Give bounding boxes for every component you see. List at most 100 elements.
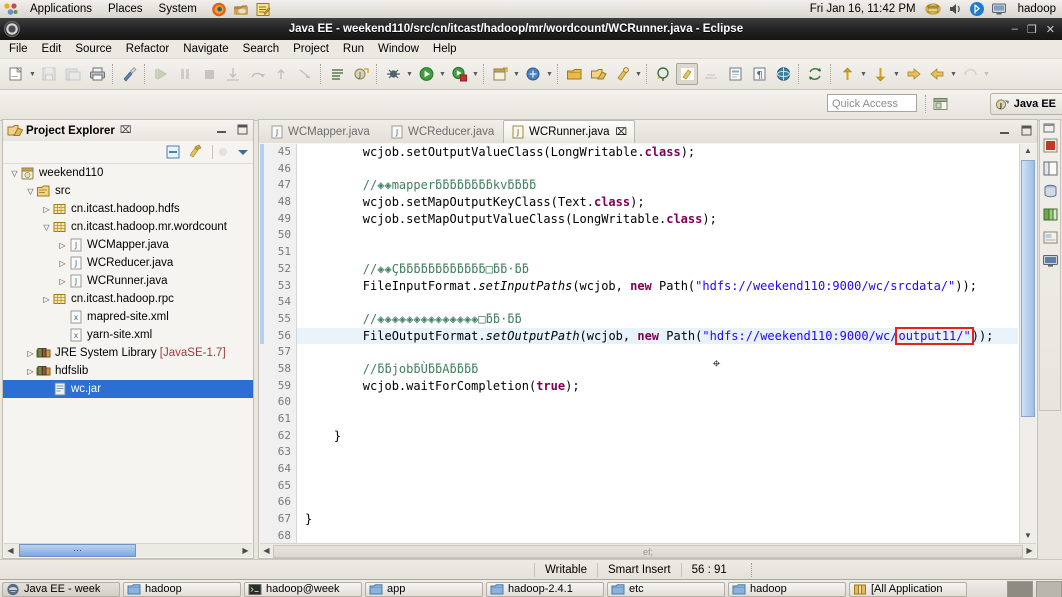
scroll-right-arrow[interactable]: ▶ xyxy=(1023,546,1036,555)
code-line[interactable] xyxy=(297,294,1018,311)
chevron-right-icon[interactable]: ▷ xyxy=(25,349,36,358)
menu-refactor[interactable]: Refactor xyxy=(119,40,176,58)
tree-item[interactable]: ▷ cn.itcast.hadoop.hdfs xyxy=(3,200,253,218)
chevron-right-icon[interactable]: ▷ xyxy=(57,259,68,268)
snippets-icon[interactable] xyxy=(1042,206,1059,223)
tab-wcrunner[interactable]: J WCRunner.java ⌧ xyxy=(503,120,635,143)
status-drag-handle[interactable] xyxy=(751,563,752,577)
tree-item[interactable]: ▽ weekend110 xyxy=(3,164,253,182)
annotation-prev-icon[interactable] xyxy=(836,63,858,85)
tree-item[interactable]: ▷ J WCMapper.java xyxy=(3,236,253,254)
menu-run[interactable]: Run xyxy=(336,40,371,58)
firefox-icon[interactable] xyxy=(211,2,227,17)
run-dropdown-arrow[interactable]: ▼ xyxy=(438,63,447,85)
servers-icon[interactable] xyxy=(1042,137,1059,154)
taskbar-button[interactable]: hadoop xyxy=(123,582,241,597)
scroll-left-arrow[interactable]: ◀ xyxy=(260,546,273,555)
scroll-right-arrow[interactable]: ▶ xyxy=(239,546,252,555)
annotation-prev-dropdown-arrow[interactable]: ▼ xyxy=(859,63,868,85)
display-icon[interactable] xyxy=(991,1,1007,17)
maximize-button[interactable]: ❐ xyxy=(1027,23,1037,36)
code-line[interactable]: //ƃƃjobƃÙƃƃAƃƃƃƃ xyxy=(297,361,1018,378)
menu-navigate[interactable]: Navigate xyxy=(176,40,235,58)
workspace-1[interactable] xyxy=(1007,581,1033,597)
scroll-down-arrow[interactable]: ▼ xyxy=(1020,529,1036,543)
menu-edit[interactable]: Edit xyxy=(35,40,69,58)
data-source-icon[interactable] xyxy=(1042,183,1059,200)
tree-item[interactable]: ▽ cn.itcast.hadoop.mr.wordcount xyxy=(3,218,253,236)
tab-wcreducer[interactable]: J WCReducer.java xyxy=(383,121,501,142)
taskbar-button[interactable]: hadoop-2.4.1 xyxy=(486,582,604,597)
workspace-switcher[interactable] xyxy=(1007,581,1062,597)
external-tools-dropdown-arrow[interactable]: ▼ xyxy=(471,63,480,85)
open-task-icon[interactable] xyxy=(326,63,348,85)
scrollbar-thumb[interactable]: ef; xyxy=(273,545,1023,558)
code-line[interactable]: wcjob.setMapOutputValueClass(LongWritabl… xyxy=(297,211,1018,228)
quick-access-input[interactable]: Quick Access xyxy=(827,94,917,112)
forward-history-icon[interactable] xyxy=(902,63,924,85)
block-selection-icon[interactable] xyxy=(724,63,746,85)
link-with-editor-icon[interactable] xyxy=(187,144,203,160)
search-icon[interactable] xyxy=(611,63,633,85)
chevron-down-icon[interactable]: ▽ xyxy=(25,187,36,196)
chevron-right-icon[interactable]: ▷ xyxy=(25,367,36,376)
taskbar-button[interactable]: etc xyxy=(607,582,725,597)
new-java-project-icon[interactable] xyxy=(489,63,511,85)
debug-icon[interactable] xyxy=(382,63,404,85)
taskbar-button[interactable]: app xyxy=(365,582,483,597)
back-history-dropdown-arrow[interactable]: ▼ xyxy=(949,63,958,85)
project-tree[interactable]: ▽ weekend110 ▽ src ▷ cn.itcast.hadoop.hdfs ▽ cn… xyxy=(3,164,253,544)
eclipse-window-icon[interactable] xyxy=(4,21,20,37)
menu-search[interactable]: Search xyxy=(236,40,286,58)
menu-help[interactable]: Help xyxy=(426,40,464,58)
code-line[interactable]: wcjob.waitForCompletion(true); xyxy=(297,378,1018,395)
build-clean-icon[interactable] xyxy=(118,63,140,85)
source-code[interactable]: wcjob.setOutputValueClass(LongWritable.c… xyxy=(297,144,1018,543)
code-line[interactable]: //◈◈◈◈◈◈◈◈◈◈◈◈◈◈□ƃƃ·ƃƃ xyxy=(297,311,1018,328)
sync-icon[interactable] xyxy=(804,63,826,85)
clock[interactable]: Fri Jan 16, 11:42 PM xyxy=(804,3,922,15)
new-wizard-dropdown-arrow[interactable]: ▼ xyxy=(28,63,37,85)
open-type-icon[interactable] xyxy=(563,63,585,85)
maximize-icon[interactable] xyxy=(1020,124,1033,137)
code-line[interactable]: FileInputFormat.setInputPaths(wcjob, new… xyxy=(297,278,1018,295)
run-icon[interactable] xyxy=(415,63,437,85)
minimize-button[interactable]: – xyxy=(1012,23,1018,36)
outline-icon[interactable] xyxy=(1042,160,1059,177)
chevron-down-icon[interactable]: ▽ xyxy=(9,169,20,178)
scrollbar-thumb[interactable]: ⋯ xyxy=(19,544,136,557)
chevron-right-icon[interactable]: ▷ xyxy=(41,205,52,214)
menu-window[interactable]: Window xyxy=(371,40,426,58)
debug-dropdown-arrow[interactable]: ▼ xyxy=(405,63,414,85)
new-ejb-dropdown-arrow[interactable]: ▼ xyxy=(545,63,554,85)
print-icon[interactable] xyxy=(86,63,108,85)
maximize-icon[interactable] xyxy=(236,123,249,136)
code-line[interactable] xyxy=(297,461,1018,478)
scroll-left-arrow[interactable]: ◀ xyxy=(4,546,17,555)
toggle-mark-occurrences-icon[interactable] xyxy=(676,63,698,85)
tree-item[interactable]: x yarn-site.xml xyxy=(3,326,253,344)
scrollbar-track[interactable]: ef; xyxy=(273,545,1023,556)
perspective-java-ee[interactable]: J Java EE xyxy=(990,93,1062,115)
restore-icon[interactable] xyxy=(998,124,1011,137)
tree-item[interactable]: ▷ hdfslib xyxy=(3,362,253,380)
view-menu-icon[interactable] xyxy=(235,144,251,160)
scroll-up-arrow[interactable]: ▲ xyxy=(1020,144,1036,158)
open-folder-icon[interactable] xyxy=(587,63,609,85)
annotation-next-icon[interactable] xyxy=(869,63,891,85)
tree-item[interactable]: wc.jar xyxy=(3,380,253,398)
chevron-right-icon[interactable]: ▷ xyxy=(57,277,68,286)
link-with-editor-icon[interactable] xyxy=(652,63,674,85)
menu-file[interactable]: File xyxy=(2,40,35,58)
code-line[interactable] xyxy=(297,344,1018,361)
tree-item[interactable]: ▷ J WCReducer.java xyxy=(3,254,253,272)
project-explorer-hscrollbar[interactable]: ◀ ⋯ ▶ xyxy=(4,543,252,557)
editor-hscrollbar[interactable]: ◀ ef; ▶ xyxy=(260,543,1036,557)
code-line[interactable]: wcjob.setMapOutputKeyClass(Text.class); xyxy=(297,194,1018,211)
fastview-menu-icon[interactable] xyxy=(1042,122,1059,134)
ubuntu-applications-icon[interactable] xyxy=(3,2,19,17)
chevron-right-icon[interactable]: ▷ xyxy=(57,241,68,250)
code-line[interactable] xyxy=(297,444,1018,461)
bluetooth-icon[interactable] xyxy=(969,1,985,17)
editor-vscrollbar[interactable]: ▲ ▼ xyxy=(1019,144,1036,543)
